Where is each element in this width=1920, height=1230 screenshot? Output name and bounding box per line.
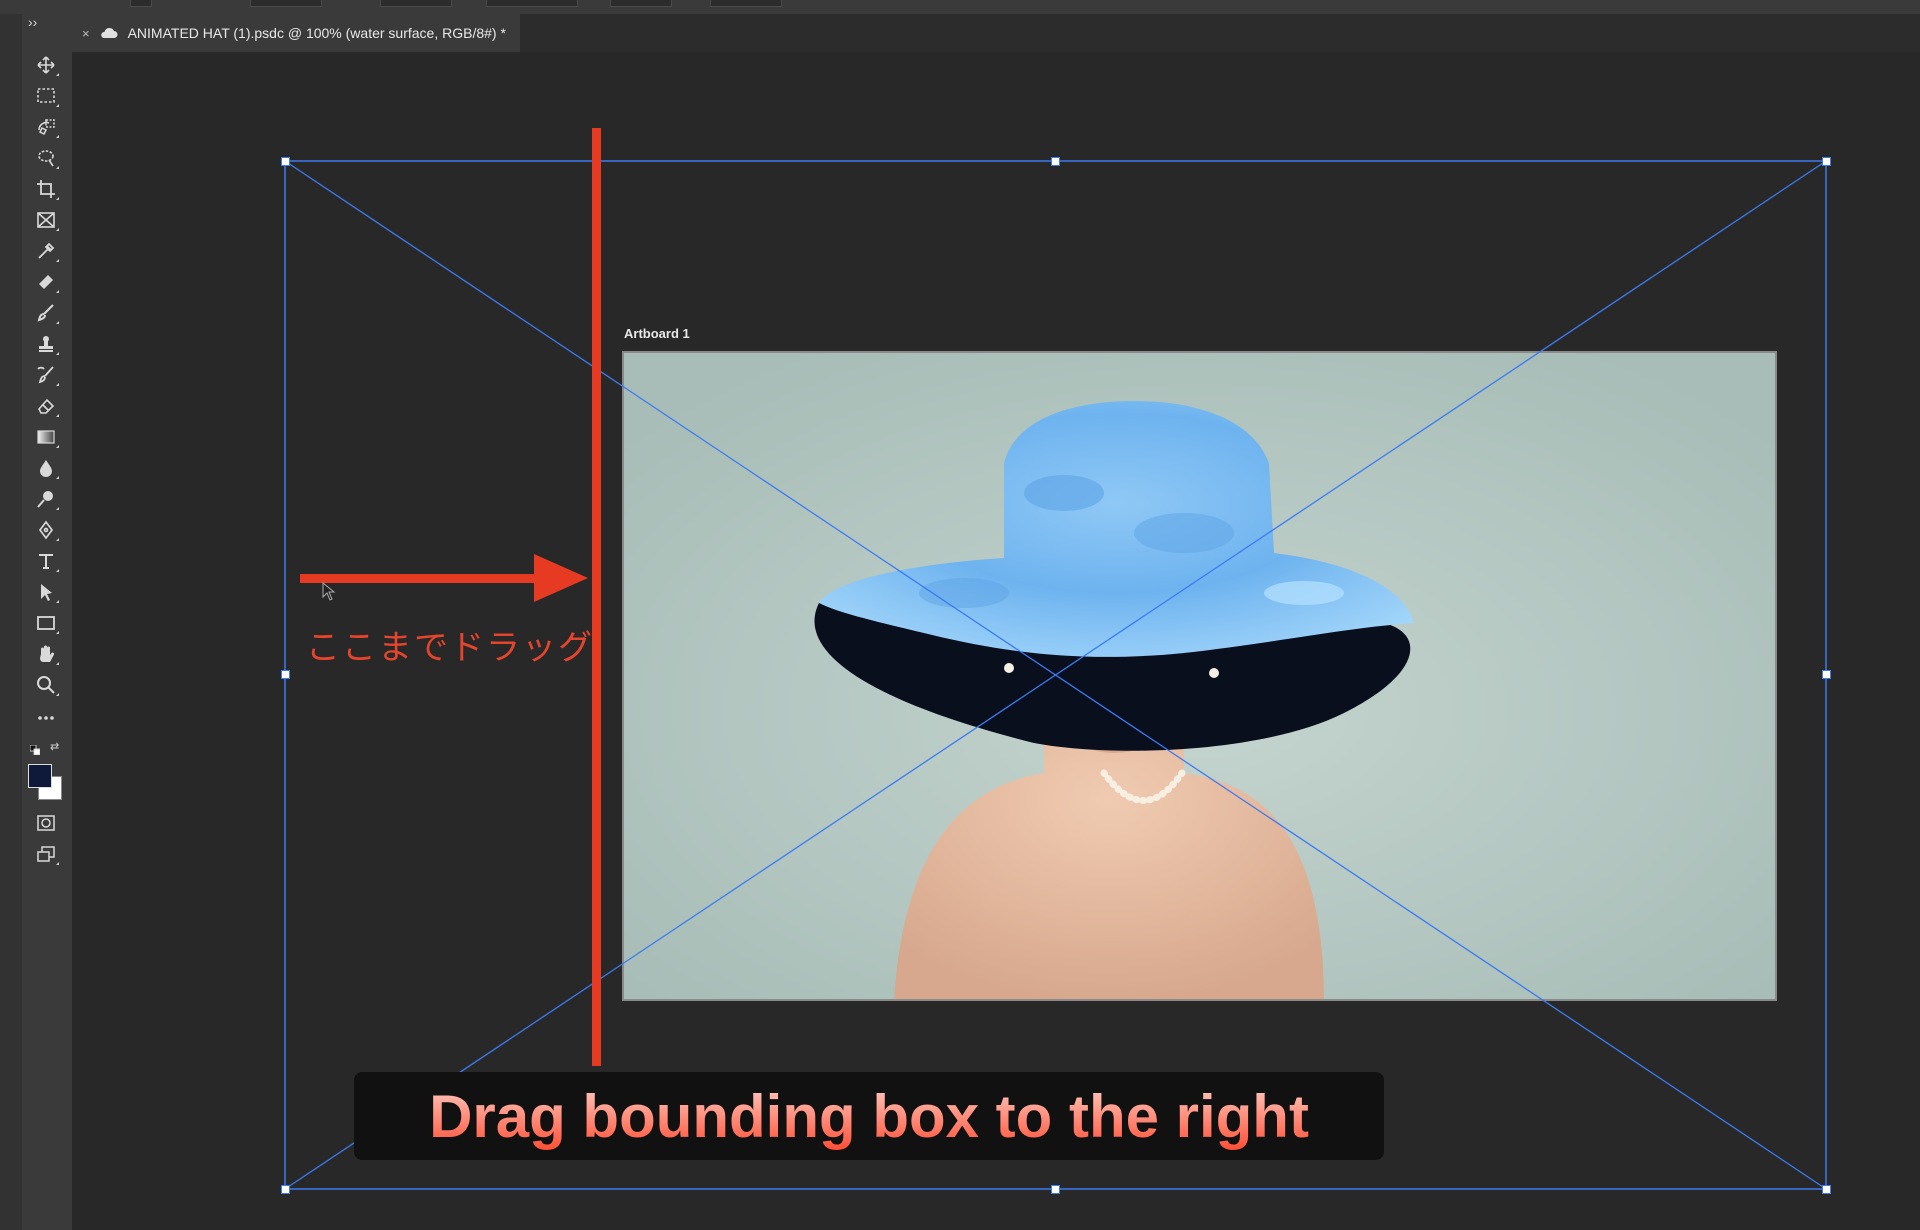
bounding-box[interactable] <box>0 0 1920 1230</box>
instruction-caption: Drag bounding box to the right <box>354 1072 1384 1160</box>
drag-here-label: ここまでドラッグ <box>306 628 594 668</box>
transform-handle-bottom-center[interactable] <box>1051 1185 1060 1194</box>
right-arrow-icon <box>300 554 588 602</box>
transform-handle-bottom-right[interactable] <box>1822 1185 1831 1194</box>
transform-handle-middle-left[interactable] <box>281 670 290 679</box>
mouse-cursor-icon <box>322 582 336 601</box>
transform-handle-bottom-left[interactable] <box>281 1185 290 1194</box>
transform-handle-middle-right[interactable] <box>1822 670 1831 679</box>
transform-handle-top-left[interactable] <box>281 157 290 166</box>
transform-handle-top-right[interactable] <box>1822 157 1831 166</box>
instruction-caption-text: Drag bounding box to the right <box>429 1082 1309 1150</box>
transform-handle-top-center[interactable] <box>1051 157 1060 166</box>
